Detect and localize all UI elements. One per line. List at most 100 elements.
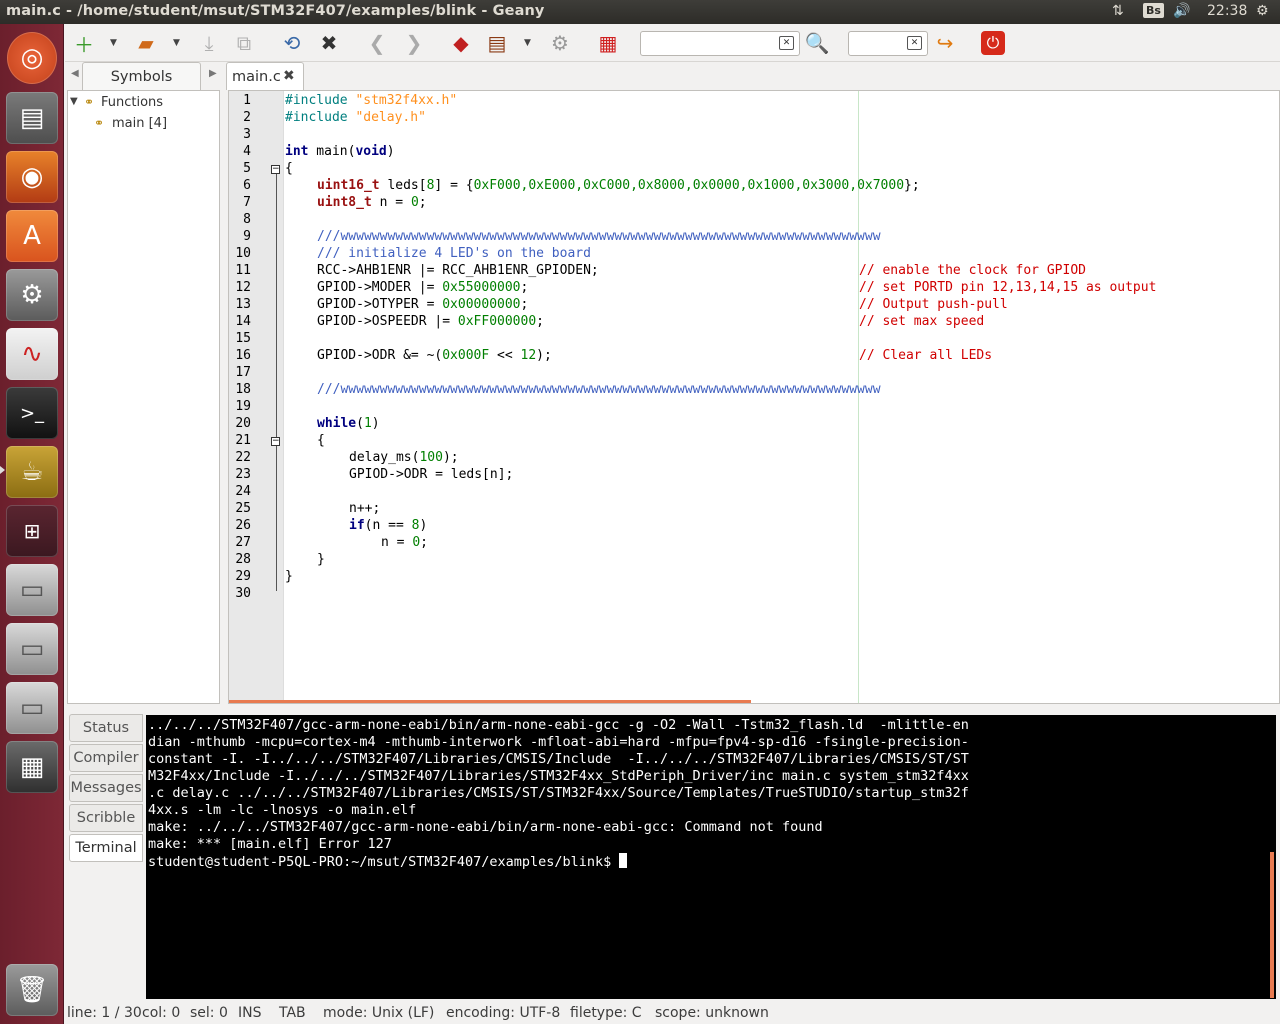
new-file-icon[interactable]: ＋: [70, 30, 98, 57]
code-line: }: [317, 552, 325, 567]
tab-symbols[interactable]: Symbols: [82, 62, 201, 90]
code-line: int main(void): [285, 144, 395, 159]
line-number: 8: [243, 212, 251, 227]
geany-icon[interactable]: ☕: [6, 446, 58, 498]
drive-icon[interactable]: ▭: [6, 564, 58, 616]
firefox-icon[interactable]: ◉: [6, 151, 58, 203]
code-editor[interactable]: 1 2 3 4 5 6 7 8 9 10 11 12 13 14 15 16 17 18 19 20 21 22 23 24 2…: [228, 90, 1280, 704]
code-token: (: [356, 416, 364, 431]
status-encoding: encoding: UTF-8: [446, 1005, 561, 1021]
tab-main-c[interactable]: main.c ✖: [226, 62, 304, 90]
terminal-scrollbar[interactable]: [1270, 852, 1274, 998]
workspaces-icon[interactable]: ⊞: [6, 505, 58, 557]
search-input[interactable]: ✕: [640, 31, 800, 56]
code-token: GPIOD->ODR = leds[n];: [349, 467, 514, 482]
tab-status[interactable]: Status: [69, 714, 143, 742]
ubuntu-icon[interactable]: ◎: [7, 32, 57, 84]
chevron-down-icon[interactable]: ▼: [173, 38, 180, 48]
drive-icon[interactable]: ▭: [6, 682, 58, 734]
build-icon[interactable]: ▤: [483, 30, 511, 56]
power-menu-icon[interactable]: ⚙: [1256, 3, 1269, 19]
code-token: GPIOD->ODR &= ~(: [317, 348, 443, 363]
forward-icon[interactable]: ❯: [400, 30, 428, 56]
expand-icon[interactable]: ▼: [70, 96, 78, 107]
terminal-icon[interactable]: >_: [6, 387, 58, 439]
tab-compiler[interactable]: Compiler: [69, 744, 143, 772]
tab-label: main.c: [232, 69, 281, 85]
compile-icon[interactable]: ◆: [447, 30, 475, 56]
toolbar: ＋ ▼ ▰ ▼ ⤓ ⧉ ⟲ ✖ ❮ ❯ ◆ ▤ ▼ ⚙ ▦ ✕ 🔍 ✕ ↪ ⏻: [65, 24, 1280, 62]
line-number: 29: [235, 569, 251, 584]
tab-scroll-left-icon[interactable]: ◀: [71, 68, 79, 79]
close-tab-icon[interactable]: ✖: [283, 68, 295, 84]
network-icon[interactable]: ⇅: [1112, 3, 1124, 19]
goto-line-input[interactable]: ✕: [848, 31, 928, 56]
terminal[interactable]: ../../../STM32F407/gcc-arm-none-eabi/bin…: [146, 715, 1276, 999]
code-comment: // set PORTD pin 12,13,14,15 as output: [859, 280, 1157, 295]
line-number: 2: [243, 110, 251, 125]
chip-app-icon[interactable]: ▦: [6, 741, 58, 793]
color-chooser-icon[interactable]: ▦: [594, 30, 622, 56]
line-number: 13: [235, 297, 251, 312]
tab-scribble[interactable]: Scribble: [69, 804, 143, 832]
chevron-down-icon[interactable]: ▼: [110, 38, 117, 48]
tab-messages[interactable]: Messages: [69, 774, 143, 802]
code-line: #include "stm32f4xx.h": [285, 93, 457, 108]
code-token: GPIOD->MODER |=: [317, 280, 443, 295]
line-number: 27: [235, 535, 251, 550]
clock[interactable]: 22:38: [1207, 3, 1247, 19]
code-line: ///wwwwwwwwwwwwwwwwwwwwwwwwwwwwwwwwwwwww…: [317, 229, 881, 244]
functions-label[interactable]: Functions: [101, 95, 163, 110]
settings-icon[interactable]: ⚙: [6, 269, 58, 321]
goto-line-icon[interactable]: ↪: [931, 30, 959, 56]
code-token: 0xFF000000: [457, 314, 537, 329]
close-icon[interactable]: ✖: [315, 30, 343, 56]
line-number: 6: [243, 178, 251, 193]
status-scope: scope: unknown: [655, 1005, 769, 1021]
save-all-icon[interactable]: ⧉: [230, 30, 258, 56]
tab-terminal[interactable]: Terminal: [69, 834, 143, 862]
back-icon[interactable]: ❮: [363, 30, 391, 56]
code-token: #include: [285, 93, 356, 108]
run-icon[interactable]: ⚙: [546, 30, 574, 56]
revert-icon[interactable]: ⟲: [278, 30, 306, 56]
code-token: "stm32f4xx.h": [355, 93, 458, 108]
open-file-icon[interactable]: ▰: [132, 30, 160, 56]
drive-icon[interactable]: ▭: [6, 623, 58, 675]
code-token: <<: [489, 348, 521, 363]
code-token: 0: [410, 195, 419, 210]
keyboard-indicator[interactable]: Bs: [1143, 3, 1164, 18]
code-token: 0x000F: [442, 348, 490, 363]
line-number: 4: [243, 144, 251, 159]
code-line: uint16_t leds[8] = {0xF000,0xE000,0xC000…: [317, 178, 920, 193]
fold-toggle-icon[interactable]: −: [271, 437, 280, 446]
message-tabs: Status Compiler Messages Scribble Termin…: [67, 712, 145, 862]
code-token: ;: [536, 314, 544, 329]
code-token: leds[: [379, 178, 427, 193]
trash-icon[interactable]: 🗑: [6, 964, 58, 1016]
document-viewer-icon[interactable]: ∿: [6, 328, 58, 380]
symbol-main[interactable]: main [4]: [112, 116, 167, 131]
files-icon[interactable]: ▤: [6, 92, 58, 144]
terminal-prompt-line[interactable]: student@student-P5QL-PRO:~/msut/STM32F40…: [148, 853, 1274, 871]
save-icon[interactable]: ⤓: [195, 30, 223, 56]
clear-icon[interactable]: ✕: [779, 36, 794, 50]
volume-icon[interactable]: 🔊: [1173, 3, 1190, 19]
quit-icon[interactable]: ⏻: [981, 31, 1005, 55]
tab-scroll-right-icon[interactable]: ▶: [209, 68, 217, 79]
clear-icon[interactable]: ✕: [907, 36, 922, 50]
chevron-down-icon[interactable]: ▼: [524, 38, 531, 48]
terminal-line: constant -I. -I../../../STM32F407/Librar…: [148, 751, 969, 767]
search-icon[interactable]: 🔍: [803, 30, 831, 56]
software-center-icon[interactable]: A: [6, 210, 58, 262]
line-number: 26: [235, 518, 251, 533]
code-token: {: [317, 433, 325, 448]
function-icon: ⚭: [94, 116, 105, 130]
terminal-line: make: ../../../STM32F407/gcc-arm-none-ea…: [148, 819, 823, 835]
code-token: ): [371, 416, 380, 431]
code-token: ;: [418, 195, 427, 210]
fold-line: [276, 166, 277, 591]
code-token: while: [317, 416, 357, 431]
code-line: uint8_t n = 0;: [317, 195, 427, 210]
fold-toggle-icon[interactable]: −: [271, 165, 280, 174]
